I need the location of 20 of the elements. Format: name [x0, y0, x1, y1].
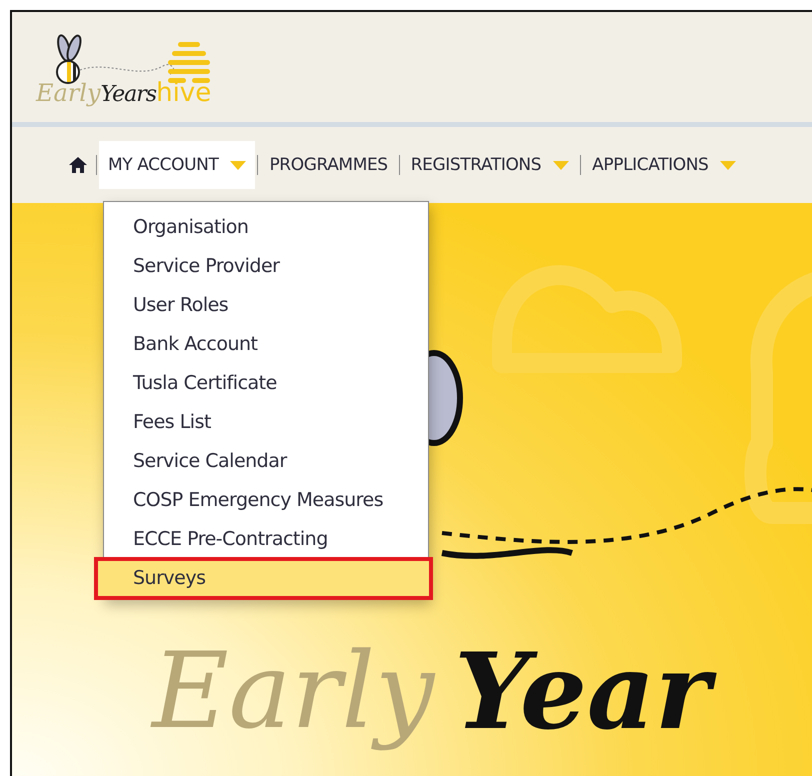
dropdown-menu-item[interactable]: COSP Emergency Measures	[104, 481, 428, 520]
dropdown-menu-item[interactable]: Surveys	[96, 559, 431, 598]
nav-menu-item[interactable]: APPLICATIONS	[583, 141, 746, 189]
hero-title-text: Year	[450, 623, 724, 760]
dropdown-menu-item[interactable]: ECCE Pre-Contracting	[104, 520, 428, 559]
logo-text: Early	[36, 79, 101, 107]
dropdown-menu-item[interactable]: Bank Account	[104, 325, 428, 364]
dropdown-menu-item[interactable]: Fees List	[104, 403, 428, 442]
home-icon[interactable]	[68, 156, 88, 174]
hero-title-text: Early	[152, 629, 434, 754]
logo-text: hive	[156, 78, 212, 108]
dropdown-menu-item[interactable]: Service Calendar	[104, 442, 428, 481]
nav-menu-item[interactable]: REGISTRATIONS	[402, 141, 578, 189]
nav-menu-item[interactable]: MY ACCOUNT	[99, 141, 256, 189]
logo-text: Years	[100, 82, 156, 107]
dropdown-menu-item[interactable]: Service Provider	[104, 247, 428, 286]
dropdown-menu-item[interactable]: Tusla Certificate	[104, 364, 428, 403]
dropdown-menu-item[interactable]: Organisation	[104, 208, 428, 247]
dropdown-menu-item[interactable]: User Roles	[104, 286, 428, 325]
nav-menu-item[interactable]: PROGRAMMES	[260, 141, 397, 189]
